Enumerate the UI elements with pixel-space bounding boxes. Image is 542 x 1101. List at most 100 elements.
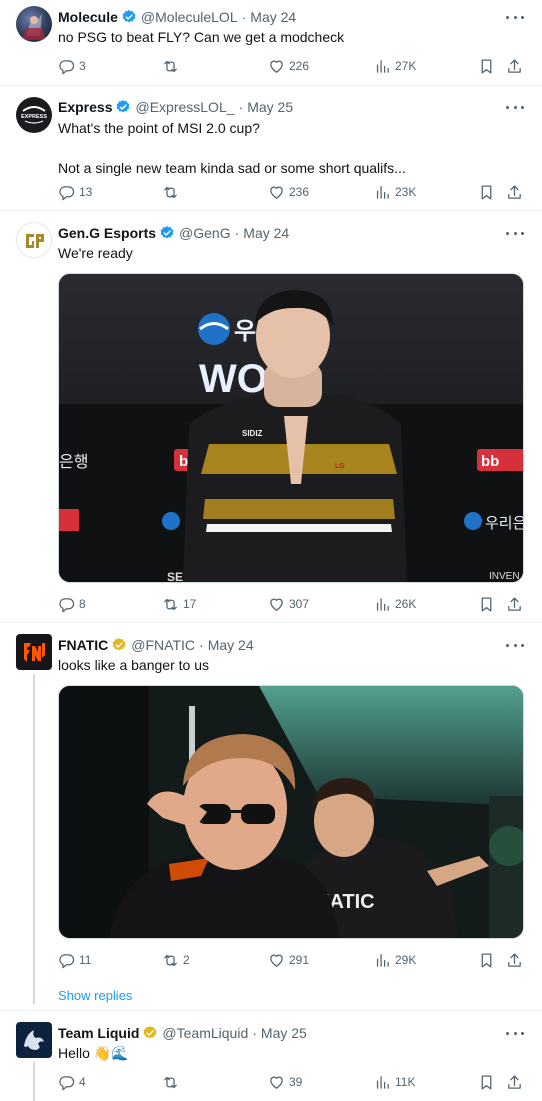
more-icon[interactable] <box>506 1025 524 1041</box>
reply-button[interactable]: 4 <box>58 1072 86 1092</box>
verified-badge-icon <box>121 9 137 25</box>
author-handle[interactable]: @GenG <box>179 223 231 243</box>
author-name[interactable]: Express <box>58 97 112 117</box>
retweet-icon <box>162 952 179 969</box>
views-button[interactable]: 29K <box>374 950 416 970</box>
author-name[interactable]: Team Liquid <box>58 1023 139 1043</box>
tweet-express[interactable]: EXPRESS Express @ExpressLOL_ · May 25 Wh… <box>0 87 542 211</box>
bookmark-button[interactable] <box>478 594 495 614</box>
thread-connector-line <box>33 1062 35 1101</box>
share-button[interactable] <box>506 56 523 76</box>
verified-badge-icon <box>159 225 175 241</box>
retweet-button[interactable] <box>162 56 183 76</box>
views-button[interactable]: 23K <box>374 182 416 202</box>
reply-count: 3 <box>79 59 86 73</box>
tweet-actions: 3 226 27K <box>58 56 526 76</box>
bookmark-button[interactable] <box>478 950 495 970</box>
like-button[interactable]: 291 <box>268 950 309 970</box>
retweet-button[interactable]: 2 <box>162 950 190 970</box>
tweet-date[interactable]: May 24 <box>208 635 254 655</box>
more-icon[interactable] <box>506 225 524 241</box>
tweet-text: looks like a banger to us <box>58 657 209 673</box>
views-icon <box>374 1074 391 1091</box>
retweet-button[interactable] <box>162 182 183 202</box>
views-button[interactable]: 26K <box>374 594 416 614</box>
separator-dot: · <box>241 9 247 25</box>
retweet-icon <box>162 58 179 75</box>
tweet-media-photo[interactable]: NATIC <box>58 685 524 939</box>
like-button[interactable]: 236 <box>268 182 309 202</box>
views-button[interactable]: 27K <box>374 56 416 76</box>
author-handle[interactable]: @FNATIC <box>131 635 195 655</box>
separator-dot: · <box>199 637 204 653</box>
tweet-actions: 8 17 307 26K <box>58 594 526 614</box>
retweet-button[interactable] <box>162 1072 183 1092</box>
separator-dot: · <box>252 1025 257 1041</box>
like-button[interactable]: 39 <box>268 1072 302 1092</box>
tweet-liquid[interactable]: Team Liquid @TeamLiquid · May 25 Hello 👋… <box>0 1012 542 1101</box>
reply-count: 8 <box>79 597 86 611</box>
author-handle[interactable]: @MoleculeLOL <box>141 7 238 27</box>
retweet-icon <box>162 596 179 613</box>
views-icon <box>374 596 391 613</box>
views-icon <box>374 58 391 75</box>
thread-connector-line <box>33 674 35 1004</box>
retweet-count: 17 <box>183 597 197 611</box>
tweet-molecule[interactable]: Molecule @MoleculeLOL · May 24 no PSG to… <box>0 0 542 86</box>
author-name[interactable]: Gen.G Esports <box>58 223 156 243</box>
reply-button[interactable]: 3 <box>58 56 86 76</box>
retweet-icon <box>162 1074 179 1091</box>
reply-button[interactable]: 13 <box>58 182 92 202</box>
more-icon[interactable] <box>506 99 524 115</box>
share-icon <box>506 596 523 613</box>
share-button[interactable] <box>506 182 523 202</box>
more-icon[interactable] <box>506 9 524 25</box>
view-count: 11K <box>395 1075 416 1089</box>
tweet-date[interactable]: May 25 <box>247 97 293 117</box>
share-button[interactable] <box>506 594 523 614</box>
author-name[interactable]: FNATIC <box>58 635 108 655</box>
tweet-geng[interactable]: Gen.G Esports @GenG · May 24 We're ready… <box>0 212 542 623</box>
bookmark-button[interactable] <box>478 182 495 202</box>
reply-button[interactable]: 8 <box>58 594 86 614</box>
view-count: 29K <box>395 953 417 967</box>
like-button[interactable]: 307 <box>268 594 309 614</box>
verified-badge-icon <box>142 1025 158 1041</box>
views-button[interactable]: 11K <box>374 1072 415 1092</box>
avatar-molecule[interactable] <box>16 6 52 42</box>
bookmark-button[interactable] <box>478 56 495 76</box>
tweet-fnatic[interactable]: FNATIC @FNATIC · May 24 looks like a ban… <box>0 624 542 1011</box>
tweet-text: no PSG to beat FLY? Can we get a modchec… <box>58 29 345 45</box>
tweet-date[interactable]: May 24 <box>243 223 289 243</box>
more-icon[interactable] <box>506 637 524 653</box>
verified-badge-icon <box>115 99 131 115</box>
tweet-media-photo[interactable]: 우리 WO 은행 bb bb 우리은 SECRET INVEN SIDIZ LG <box>58 273 524 583</box>
avatar-express[interactable]: EXPRESS <box>16 97 52 133</box>
avatar-teamliquid[interactable] <box>16 1022 52 1058</box>
reply-icon <box>58 184 75 201</box>
views-icon <box>374 184 391 201</box>
show-replies-link[interactable]: Show replies <box>58 988 132 1003</box>
like-button[interactable]: 226 <box>268 56 309 76</box>
bookmark-icon <box>478 58 495 75</box>
share-button[interactable] <box>506 1072 523 1092</box>
tweet-actions: 11 2 291 29K <box>58 950 526 970</box>
reply-button[interactable]: 11 <box>58 950 91 970</box>
avatar-fnatic[interactable] <box>16 634 52 670</box>
tweet-date[interactable]: May 25 <box>261 1023 307 1043</box>
author-handle[interactable]: @TeamLiquid <box>162 1023 248 1043</box>
like-count: 226 <box>289 59 310 73</box>
share-button[interactable] <box>506 950 523 970</box>
author-handle[interactable]: @ExpressLOL_ <box>135 97 234 117</box>
bookmark-button[interactable] <box>478 1072 495 1092</box>
tweet-text: What's the point of MSI 2.0 cup? Not a s… <box>58 120 406 176</box>
avatar-geng[interactable] <box>16 222 52 258</box>
reply-count: 4 <box>79 1075 86 1089</box>
retweet-button[interactable]: 17 <box>162 594 196 614</box>
geng-logo-icon <box>26 234 44 248</box>
separator-dot: · <box>238 99 244 115</box>
author-name[interactable]: Molecule <box>58 7 118 27</box>
reply-icon <box>58 58 75 75</box>
tweet-date[interactable]: May 24 <box>250 7 296 27</box>
like-icon <box>268 952 285 969</box>
